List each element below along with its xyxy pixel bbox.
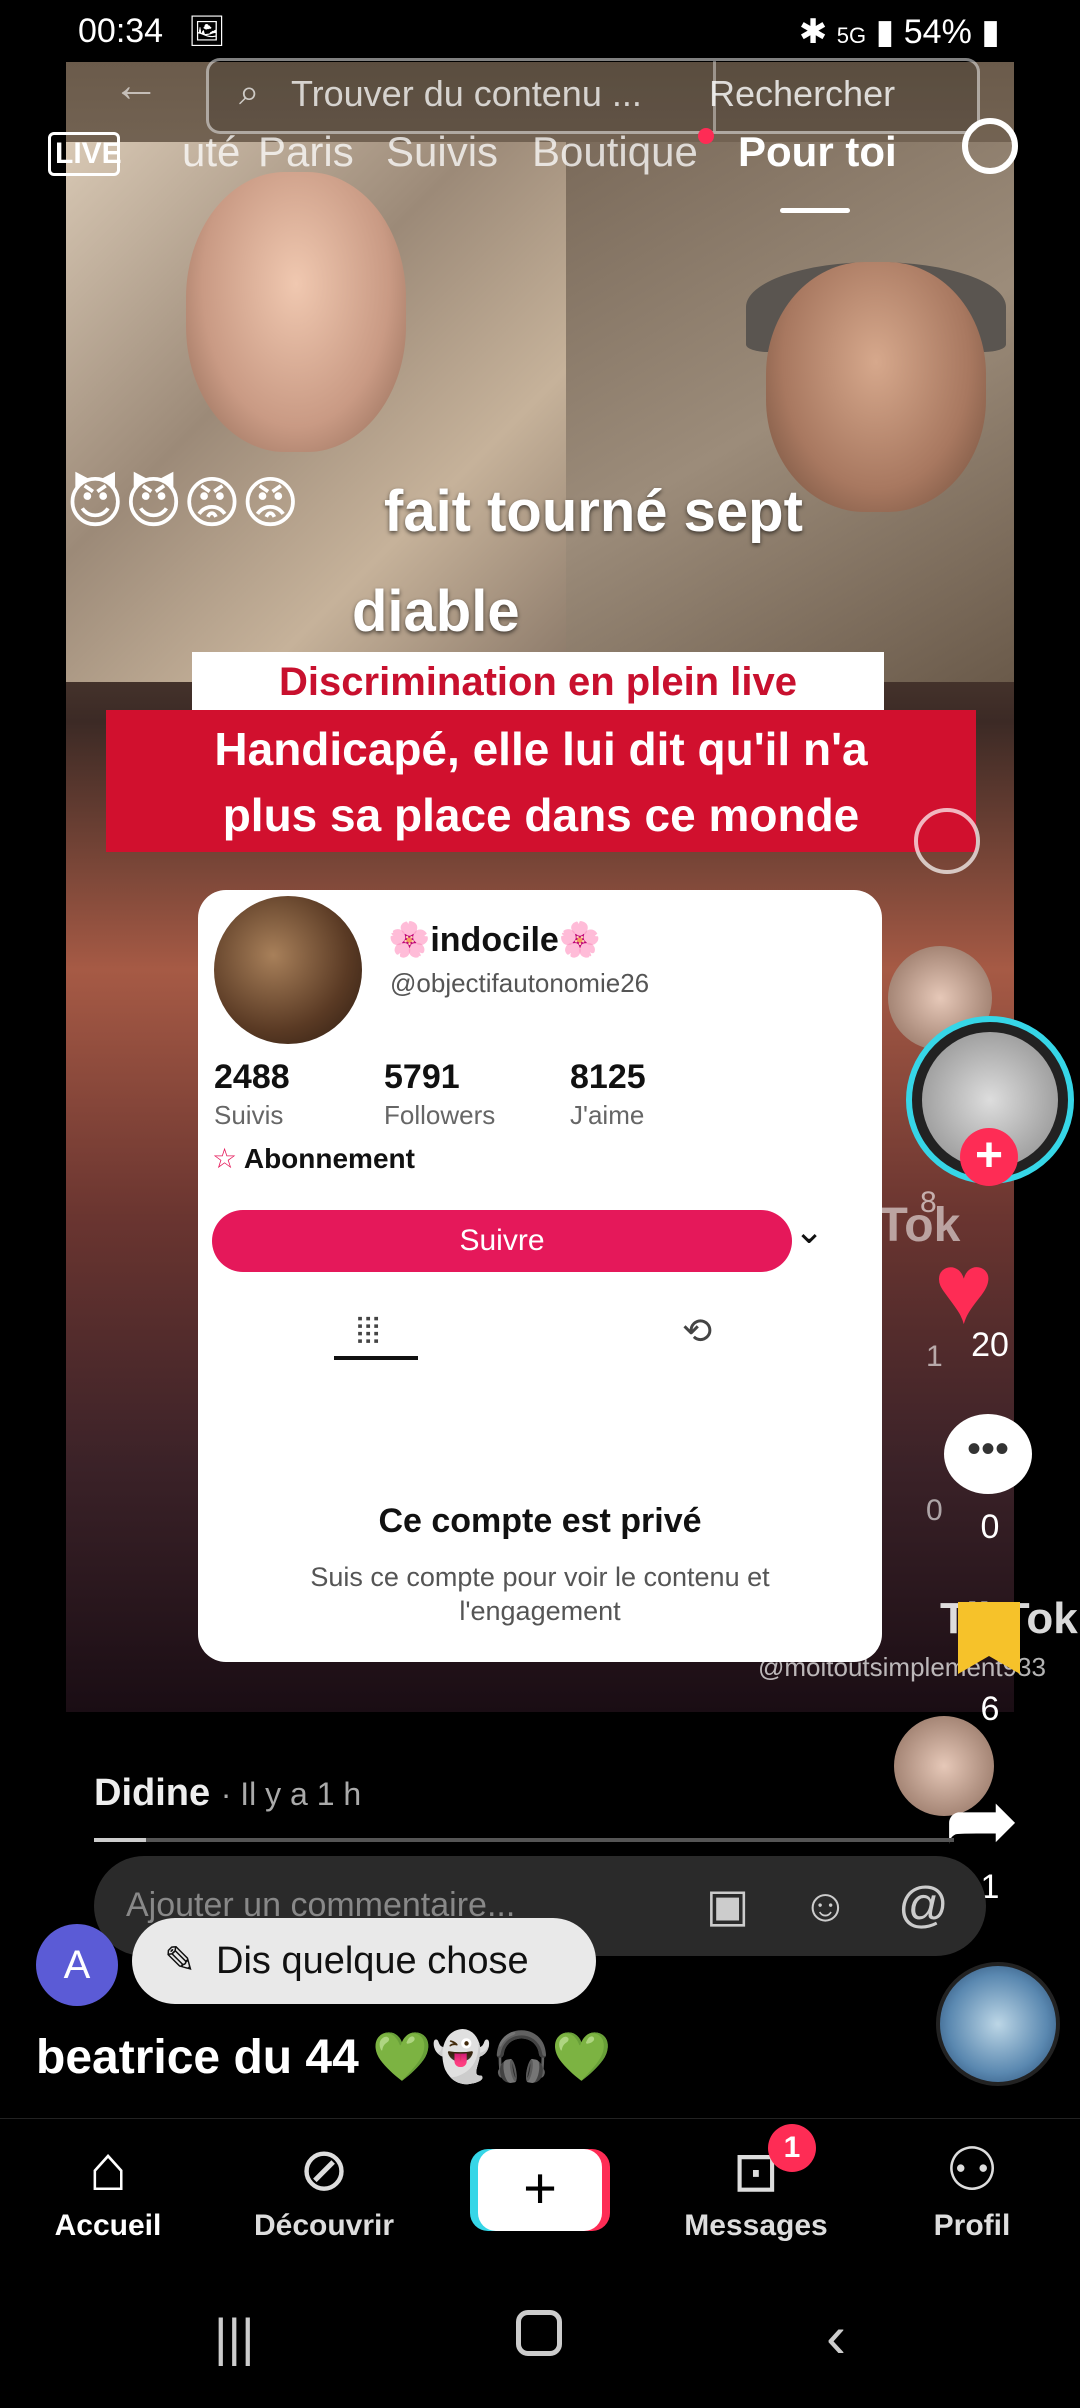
compass-icon: ⊘ — [298, 2136, 350, 2203]
search-icon: ⌕ — [239, 71, 260, 112]
bottom-nav: ⌂ Accueil ⊘ Découvrir + ⊡ Messages ⚇ Pro… — [0, 2118, 1080, 2269]
signal-icon: ▮ — [875, 13, 904, 51]
back-icon[interactable]: ← — [112, 58, 160, 113]
card-handle: @objectifautonomie26 — [390, 968, 650, 998]
top-tabs: uté Paris Suivis Boutique Pour toi — [0, 128, 1080, 213]
nav-messages-label: Messages — [684, 2209, 828, 2242]
tab-for-you[interactable]: Pour toi — [738, 128, 897, 176]
banner-big-line1: Handicapé, elle lui dit qu'il n'a — [214, 723, 868, 775]
stat-followers-label: Followers — [384, 1100, 496, 1130]
stat-following-label: Suivis — [214, 1100, 284, 1130]
battery-icon: ▮ — [981, 13, 1000, 51]
tab-shop[interactable]: Boutique — [532, 128, 698, 176]
messages-badge: 1 — [768, 2124, 816, 2172]
face-filter-icon[interactable] — [914, 808, 980, 874]
tab-paris[interactable]: Paris — [258, 128, 354, 176]
nav-discover[interactable]: ⊘ Découvrir — [224, 2119, 424, 2243]
tab-underline — [334, 1356, 418, 1360]
emoji-overlay: 😈😈😡😡 — [66, 471, 300, 534]
stat-following-value: 2488 — [214, 1058, 290, 1096]
person-icon: ⚇ — [945, 2136, 999, 2203]
tab-following[interactable]: Suivis — [386, 128, 498, 176]
gallery-icon: 🖼 — [188, 15, 227, 48]
video-progress[interactable] — [94, 1838, 954, 1842]
tab-community[interactable]: uté — [182, 128, 240, 176]
network-label: 5G — [836, 23, 867, 48]
shop-notification-dot — [698, 128, 714, 144]
nav-home-label: Accueil — [54, 2209, 162, 2242]
active-tab-indicator — [780, 208, 850, 213]
video-person-left — [186, 172, 406, 452]
home-system-icon[interactable] — [516, 2310, 562, 2356]
bg-likes-count: 8 — [920, 1186, 937, 1219]
nav-messages[interactable]: ⊡ Messages — [656, 2119, 856, 2243]
likes-count: 20 — [971, 1326, 1009, 1364]
stat-likes-value: 8125 — [570, 1058, 646, 1096]
overlay-line2: diable — [352, 579, 520, 644]
recents-icon[interactable]: ||| — [214, 2308, 255, 2368]
music-disc[interactable] — [936, 1962, 1060, 2086]
nav-discover-label: Découvrir — [253, 2209, 395, 2242]
search-button[interactable]: Rechercher — [709, 73, 895, 115]
profile-card: 🌸indocile🌸 @objectifautonomie26 2488 Sui… — [198, 890, 882, 1662]
create-button[interactable]: + — [478, 2149, 602, 2231]
status-bar: 00:34 🖼 ✱ 5G ▮ 54% ▮ — [0, 0, 1080, 64]
follow-button[interactable]: Suivre — [212, 1210, 792, 1272]
overlay-line1: fait tourné sept — [384, 479, 803, 544]
bg-bookmarks-count: 0 — [926, 1494, 943, 1527]
subscription-label: ☆ Abonnement — [212, 1143, 415, 1174]
status-right: ✱ 5G ▮ 54% ▮ — [799, 12, 1000, 52]
banner-big: Handicapé, elle lui dit qu'il n'a plus s… — [106, 710, 976, 852]
nav-profile-label: Profil — [933, 2209, 1011, 2242]
home-icon: ⌂ — [88, 2132, 128, 2204]
search-placeholder: Trouver du contenu ... — [291, 73, 642, 114]
post-time: · Il y a 1 h — [220, 1776, 362, 1812]
author-line: Didine · Il y a 1 h — [94, 1772, 361, 1815]
status-time: 00:34 — [78, 12, 164, 50]
video-progress-fill — [94, 1838, 146, 1842]
banner-small: Discrimination en plein live — [192, 652, 884, 712]
user-avatar[interactable]: A — [36, 1924, 118, 2006]
stat-followers-value: 5791 — [384, 1058, 460, 1096]
video-person-right — [766, 262, 986, 512]
inbox-icon: ⊡ — [732, 2140, 780, 2203]
videos-tab-icon[interactable]: ⦙⦙⦙ — [356, 1310, 380, 1353]
nav-home[interactable]: ⌂ Accueil — [8, 2119, 208, 2243]
nav-profile[interactable]: ⚇ Profil — [872, 2119, 1072, 2243]
back-system-icon[interactable]: ‹ — [826, 2302, 846, 2371]
username[interactable]: beatrice du 44 💚👻🎧💚 — [36, 2028, 611, 2085]
mention-icon[interactable]: @ — [898, 1876, 949, 1934]
repost-tab-icon[interactable]: ⟲ — [682, 1310, 712, 1352]
card-name: 🌸indocile🌸 — [388, 921, 602, 959]
bluetooth-icon: ✱ — [798, 13, 837, 51]
follow-plus-icon[interactable]: + — [960, 1128, 1018, 1186]
search-bar[interactable]: ⌕ Trouver du contenu ... Rechercher — [206, 58, 980, 134]
share-icon[interactable]: ➦ — [944, 1768, 1019, 1873]
stat-likes-label: J'aime — [570, 1100, 645, 1130]
image-icon[interactable]: ▣ — [706, 1878, 749, 1932]
comment-icon[interactable]: ••• — [944, 1414, 1032, 1494]
bg-comments-count: 1 — [926, 1340, 943, 1373]
card-avatar — [214, 896, 362, 1044]
say-something-label: Dis quelque chose — [216, 1940, 529, 1982]
private-subtitle: Suis ce compte pour voir le contenu et l… — [310, 1562, 770, 1626]
pen-icon: ✎ — [164, 1940, 196, 1982]
search-icon-top[interactable] — [962, 118, 1018, 174]
system-nav: ||| ‹ — [0, 2268, 1080, 2408]
battery-percent: 54% — [903, 13, 972, 51]
banner-big-line2: plus sa place dans ce monde — [222, 789, 860, 841]
sticker-icon[interactable]: ☺ — [802, 1878, 849, 1932]
say-something-button[interactable]: ✎ Dis quelque chose — [132, 1918, 596, 2004]
comments-count: 0 — [980, 1508, 1000, 1546]
author-name[interactable]: Didine — [94, 1772, 210, 1814]
star-icon: ☆ — [212, 1143, 244, 1174]
private-title: Ce compte est privé — [378, 1502, 702, 1540]
